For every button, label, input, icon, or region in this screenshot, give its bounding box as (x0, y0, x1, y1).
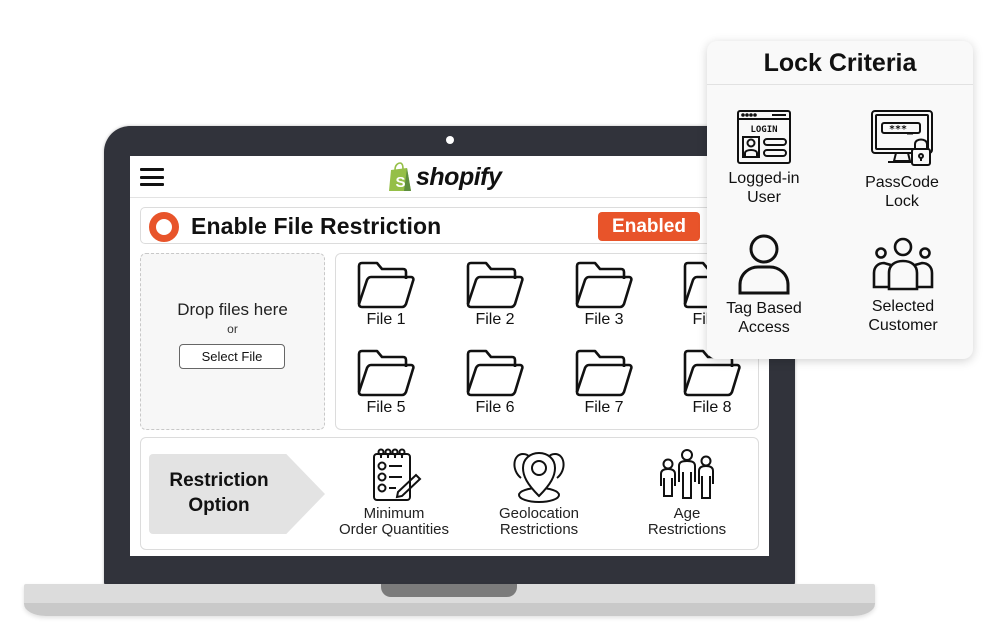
file-item[interactable]: File 2 (450, 260, 540, 329)
criteria-label-line2: Customer (868, 317, 938, 334)
criteria-selected-customer[interactable]: Selected Customer (843, 237, 963, 335)
shopify-logo: S shopify (387, 161, 502, 193)
login-icon-text: LOGIN (750, 125, 777, 135)
ring-icon[interactable] (149, 212, 179, 242)
lock-criteria-card: Lock Criteria LOGIN Logged-in User ***_ (707, 41, 973, 359)
restriction-options-panel: Restriction Option Minimum Order Quantit… (140, 437, 759, 550)
lock-criteria-title: Lock Criteria (707, 41, 973, 85)
option-label-line1: Age (673, 505, 701, 522)
file-item[interactable]: File 5 (341, 348, 431, 417)
laptop-notch (381, 584, 517, 597)
folder-icon (357, 261, 415, 309)
file-label: File 7 (584, 399, 624, 416)
enabled-status-badge[interactable]: Enabled (598, 212, 700, 241)
restriction-option-heading: Restriction Option (149, 454, 325, 534)
option-minimum-order-quantities[interactable]: Minimum Order Quantities (329, 448, 459, 538)
criteria-passcode-lock[interactable]: ***_ PassCode Lock (842, 109, 962, 211)
passcode-icon-text: ***_ (889, 124, 914, 135)
option-label-line1: Geolocation (498, 505, 580, 522)
select-file-button[interactable]: Select File (179, 344, 285, 369)
file-item[interactable]: File 6 (450, 348, 540, 417)
file-item[interactable]: File 1 (341, 260, 431, 329)
criteria-tag-based-access[interactable]: Tag Based Access (704, 233, 824, 337)
option-label-line2: Order Quantities (338, 521, 450, 538)
file-item[interactable]: File 3 (559, 260, 649, 329)
file-dropzone[interactable]: Drop files here or Select File (140, 253, 325, 430)
file-label: File 2 (475, 311, 515, 328)
folder-icon (575, 349, 633, 397)
dropzone-title: Drop files here (177, 300, 288, 319)
criteria-label-line2: Access (738, 319, 790, 336)
file-label: File 1 (366, 311, 406, 328)
file-label: File 6 (475, 399, 515, 416)
brand-name: shopify (416, 162, 502, 191)
app-screen: S shopify Enable File Restriction Enable… (130, 156, 769, 556)
file-item[interactable]: File 7 (559, 348, 649, 417)
shopify-bag-icon: S (389, 162, 411, 191)
criteria-label-line2: User (747, 189, 781, 206)
criteria-label-line1: Selected (871, 298, 935, 315)
enable-file-restriction-row: Enable File Restriction Enabled (140, 207, 762, 244)
checklist-icon (373, 448, 422, 501)
login-window-icon: LOGIN (737, 110, 791, 164)
location-pins-icon (513, 451, 565, 503)
file-label: File 3 (584, 311, 624, 328)
criteria-label-line1: PassCode (865, 174, 939, 191)
monitor-padlock-icon: ***_ (871, 110, 933, 166)
user-group-icon (872, 237, 934, 291)
dropzone-or: or (227, 322, 238, 336)
files-panel: File 1File 2File 3File 4File 5File 6File… (335, 253, 759, 430)
folder-icon (466, 349, 524, 397)
folder-icon (575, 261, 633, 309)
heading-line1: Restriction (169, 470, 269, 491)
user-icon (738, 234, 790, 295)
file-label: File 8 (692, 399, 732, 416)
option-label-line2: Restrictions (647, 521, 727, 538)
criteria-label-line2: Lock (885, 193, 919, 210)
folder-icon (466, 261, 524, 309)
option-label-line2: Restrictions (499, 521, 579, 538)
hamburger-menu-icon[interactable] (140, 168, 164, 186)
svg-text:S: S (396, 174, 406, 191)
file-label: File 5 (366, 399, 406, 416)
criteria-label-line1: Logged-in (728, 170, 800, 187)
top-bar: S shopify (130, 156, 769, 198)
enable-title: Enable File Restriction (191, 213, 442, 239)
heading-line2: Option (188, 495, 250, 516)
criteria-logged-in-user[interactable]: LOGIN Logged-in User (704, 109, 824, 207)
option-label-line1: Minimum (363, 505, 425, 522)
criteria-label-line1: Tag Based (726, 300, 802, 317)
option-age-restrictions[interactable]: Age Restrictions (627, 448, 747, 538)
family-icon (660, 449, 714, 499)
folder-icon (357, 349, 415, 397)
webcam-dot (446, 136, 454, 144)
option-geolocation-restrictions[interactable]: Geolocation Restrictions (479, 448, 599, 538)
